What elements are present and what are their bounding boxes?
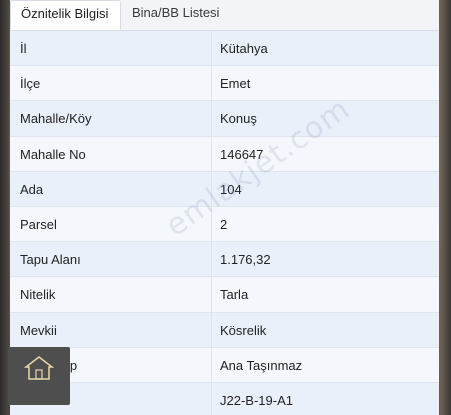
column-divider <box>211 136 212 172</box>
attribute-value: Ana Taşınmaz <box>220 357 303 373</box>
table-row: İl Kütahya <box>10 31 439 67</box>
attribute-key: Mahalle No <box>20 146 86 162</box>
table-row: Mahalle No 146647 <box>10 136 439 172</box>
table-row: İlçe Emet <box>10 66 439 102</box>
table-row: Parsel 2 <box>10 206 439 243</box>
column-divider <box>211 277 212 313</box>
tab-building-list[interactable]: Bina/BB Listesi <box>122 0 242 30</box>
column-divider <box>211 101 212 137</box>
table-row: Mahalle/Köy Konuş <box>10 101 439 137</box>
brand-logo <box>8 347 70 405</box>
attribute-key: Mahalle/Köy <box>20 111 92 127</box>
table-row: Zemin TipAna Taşınmaz <box>10 347 439 383</box>
attribute-key: Ada <box>20 181 44 197</box>
attribute-value: Konuş <box>220 111 257 127</box>
column-divider <box>211 242 212 278</box>
attribute-value: Emet <box>220 76 251 92</box>
column-divider <box>211 206 212 242</box>
column-divider <box>211 66 212 102</box>
attribute-value: 104 <box>220 181 242 197</box>
attribute-value: Tarla <box>220 287 249 303</box>
attribute-panel: Öznitelik Bilgisi Bina/BB Listesi İl Küta… <box>10 0 439 415</box>
attribute-key: Nitelik <box>20 287 56 303</box>
table-row: Mevkii Kösrelik <box>10 312 439 348</box>
attribute-value: Kösrelik <box>220 322 267 338</box>
attribute-value: J22-B-19-A1 <box>220 392 293 408</box>
attribute-key: İlçe <box>20 76 41 92</box>
column-divider <box>211 31 212 66</box>
attribute-value: 2 <box>220 216 228 232</box>
column-divider <box>211 382 212 415</box>
table-row: Ada 104 <box>10 171 439 207</box>
attribute-key: Parsel <box>20 216 57 232</box>
attribute-value: Kütahya <box>220 41 268 56</box>
attribute-value: 146647 <box>220 146 264 162</box>
column-divider <box>211 347 212 383</box>
table-row: Nitelik Tarla <box>10 277 439 313</box>
attribute-value: 1.176,32 <box>220 252 271 268</box>
tab-bar: Öznitelik Bilgisi Bina/BB Listesi <box>10 0 439 31</box>
column-divider <box>211 312 212 348</box>
table-row: Tapu Alanı 1.176,32 <box>10 242 439 278</box>
attribute-key: Tapu Alanı <box>20 252 81 268</box>
table-row: PaftaJ22-B-19-A1 <box>10 382 439 415</box>
attribute-table: İl Kütahya İlçe Emet Mahalle/Köy Konuş Mahalle… <box>10 31 439 415</box>
attribute-key: Mevkii <box>20 322 57 338</box>
attribute-key: İl <box>20 41 27 56</box>
tab-attribute-info[interactable]: Öznitelik Bilgisi <box>10 0 121 30</box>
house-logo-icon <box>24 356 54 380</box>
column-divider <box>211 171 212 207</box>
